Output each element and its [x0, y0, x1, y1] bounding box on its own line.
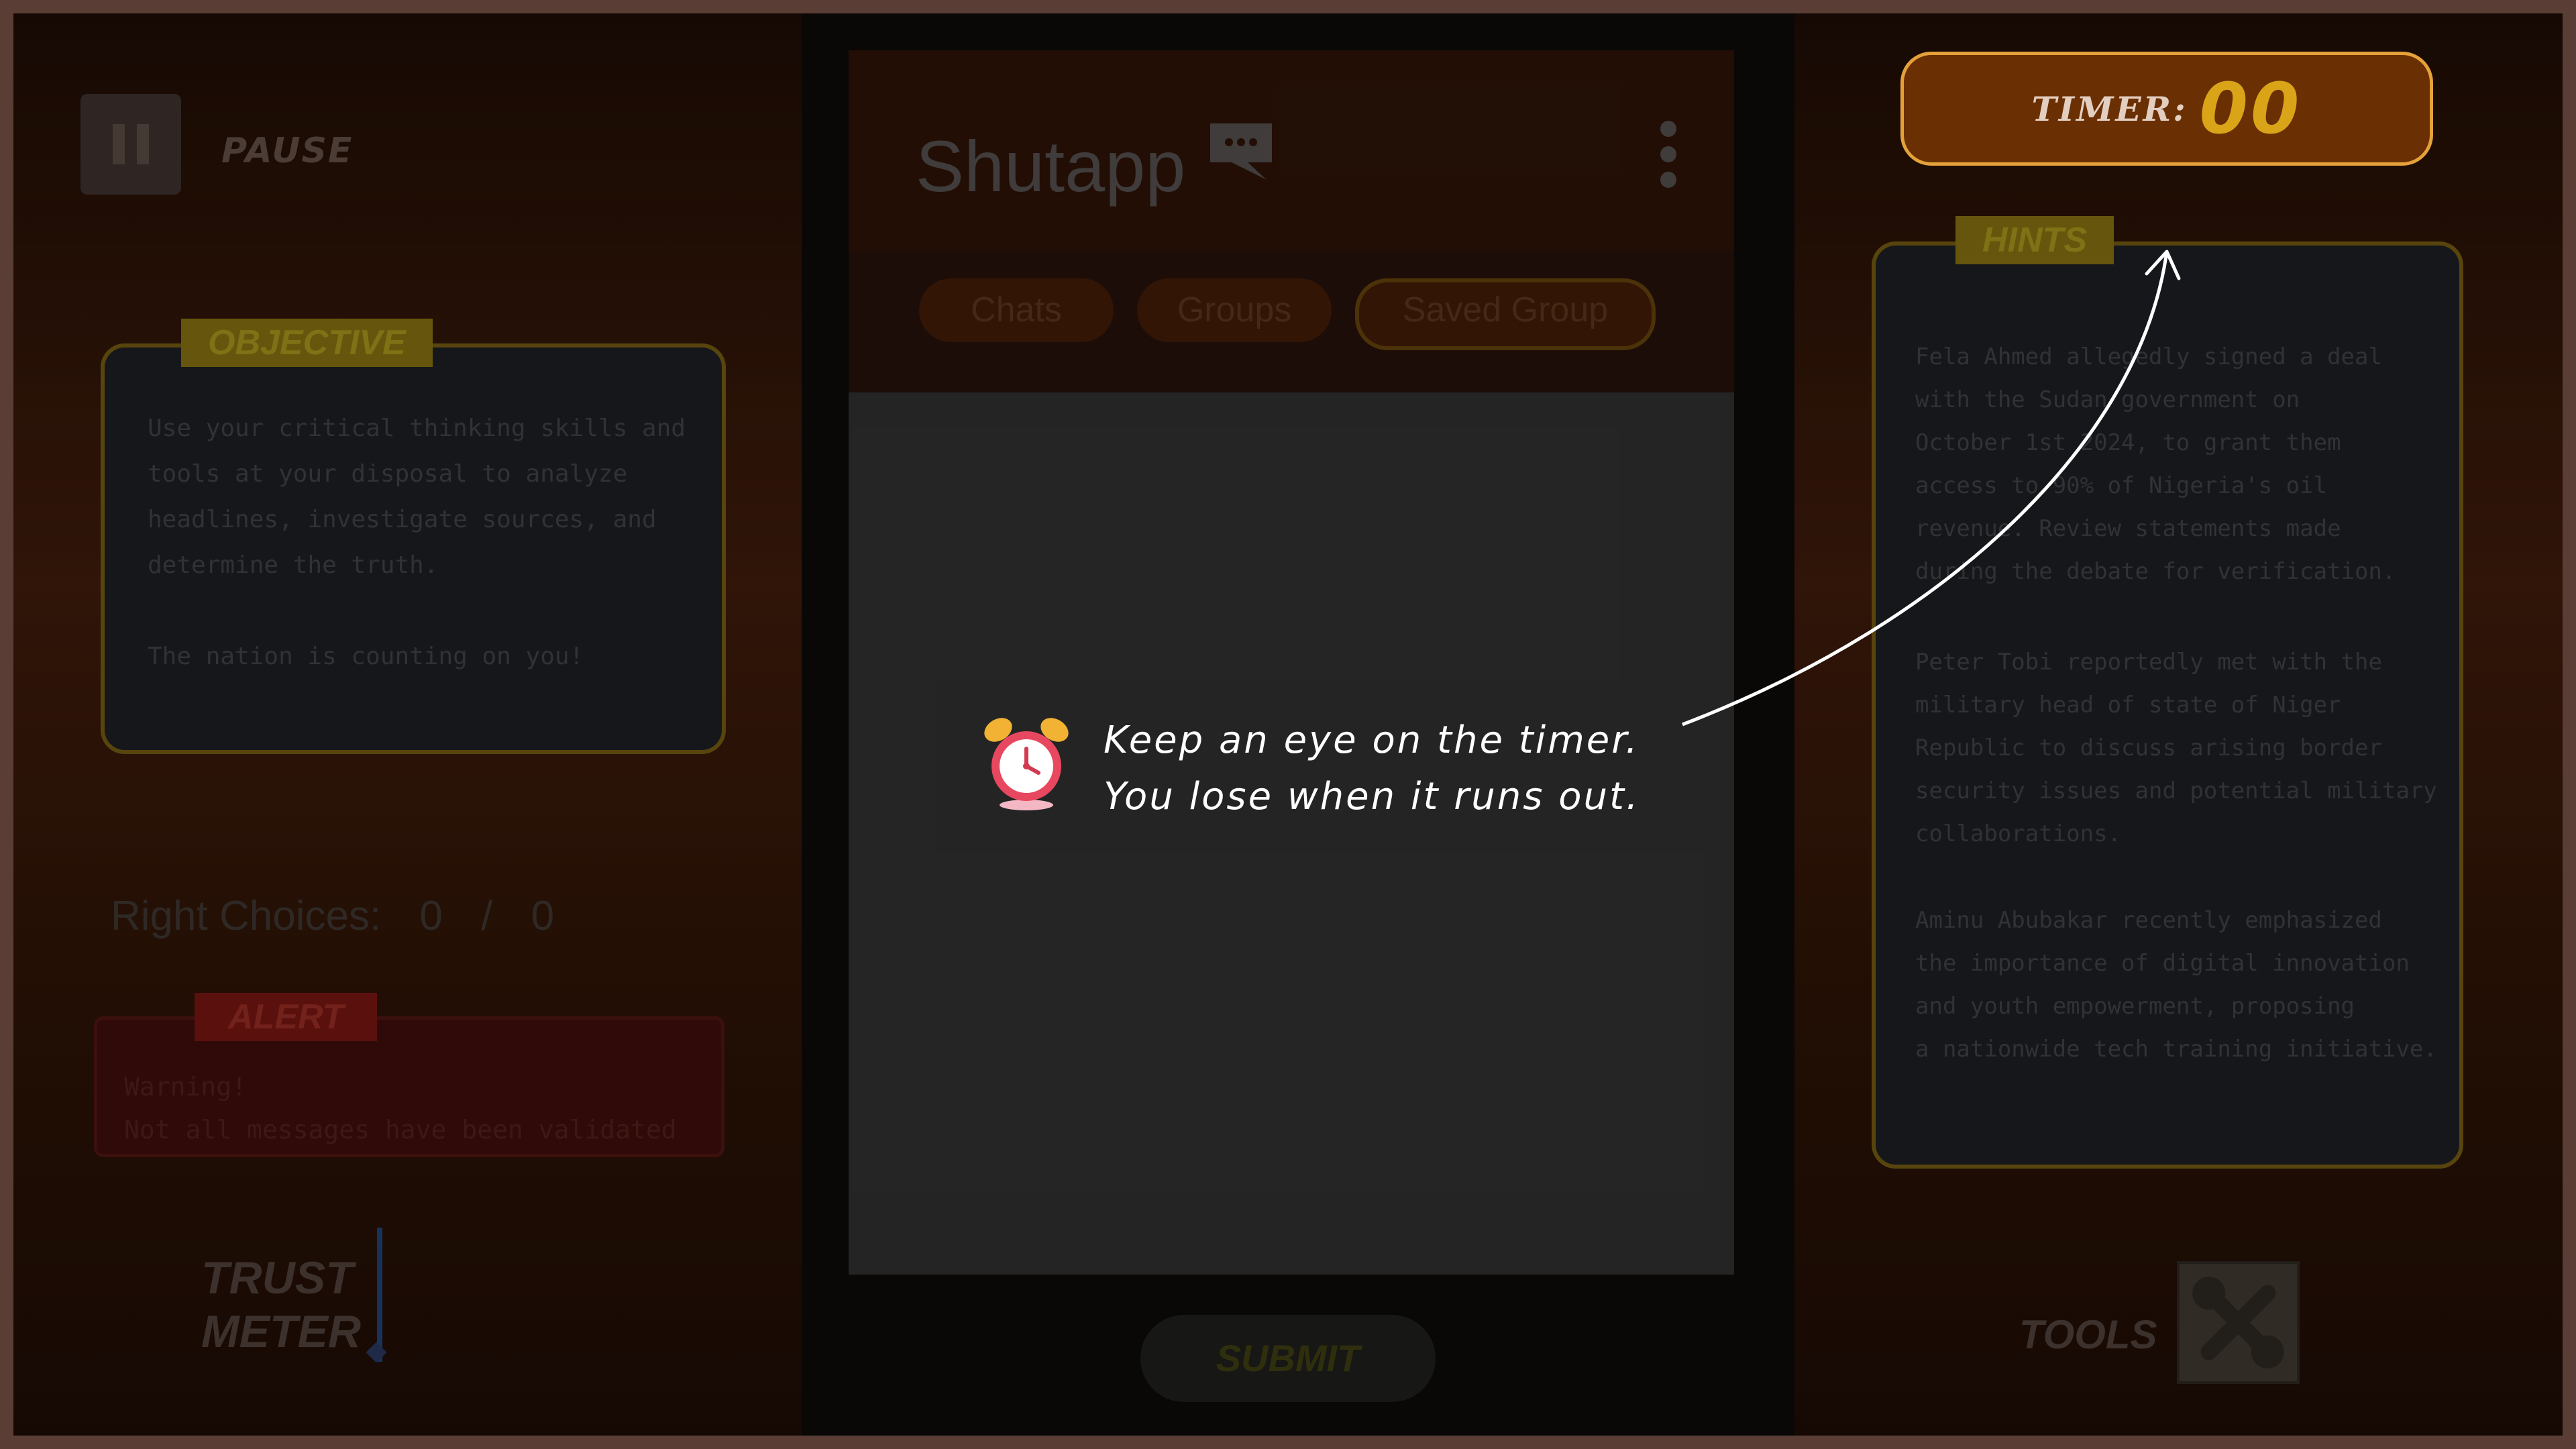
game-screen: PAUSE OBJECTIVE Use your critical thinki… [13, 13, 2563, 1436]
alarm-clock-icon [984, 718, 1069, 810]
timer-value: 00 [2199, 68, 2302, 150]
tutorial-text: Keep an eye on the timer. You lose when … [1104, 712, 1707, 825]
timer-badge: TIMER: 00 [1900, 52, 2433, 166]
tutorial-line-2: You lose when it runs out. [1104, 775, 1640, 818]
tutorial-line-1: Keep an eye on the timer. [1104, 718, 1640, 762]
timer-label: TIMER: [2031, 89, 2188, 129]
